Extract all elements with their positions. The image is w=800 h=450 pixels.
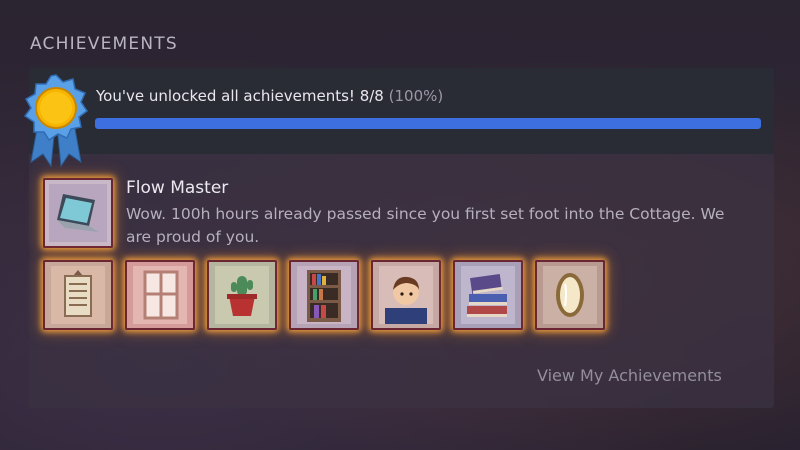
achievement-tile[interactable] [371,260,441,330]
wall-scroll-icon [45,262,111,328]
section-title: ACHIEVEMENTS [30,34,178,54]
progress-bar [95,118,761,129]
bookshelf-icon [291,262,357,328]
summary-text: You've unlocked all achievements! 8/8 (1… [96,87,443,105]
featured-achievement-description: Wow. 100h hours already passed since you… [126,205,725,246]
award-ribbon-icon [23,74,89,168]
book-stack-icon [455,262,521,328]
achievement-tile[interactable] [43,260,113,330]
summary-label: You've unlocked all achievements! 8/8 [96,87,384,105]
window-icon [127,262,193,328]
achievement-tile[interactable] [535,260,605,330]
achievement-tile[interactable] [289,260,359,330]
progress-fill [95,118,761,129]
achievements-card: You've unlocked all achievements! 8/8 (1… [23,68,774,408]
achievement-summary: You've unlocked all achievements! 8/8 (1… [29,68,774,154]
summary-percent: (100%) [388,87,444,105]
mirror-icon [537,262,603,328]
potted-cactus-icon [209,262,275,328]
character-portrait-icon [373,262,439,328]
achievement-tile[interactable] [125,260,195,330]
laptop-icon [45,180,111,246]
achievement-tile[interactable] [453,260,523,330]
achievement-tile[interactable] [207,260,277,330]
view-achievements-link[interactable]: View My Achievements [537,366,722,385]
featured-achievement-icon [43,178,113,248]
featured-achievement-title: Flow Master [126,178,229,198]
